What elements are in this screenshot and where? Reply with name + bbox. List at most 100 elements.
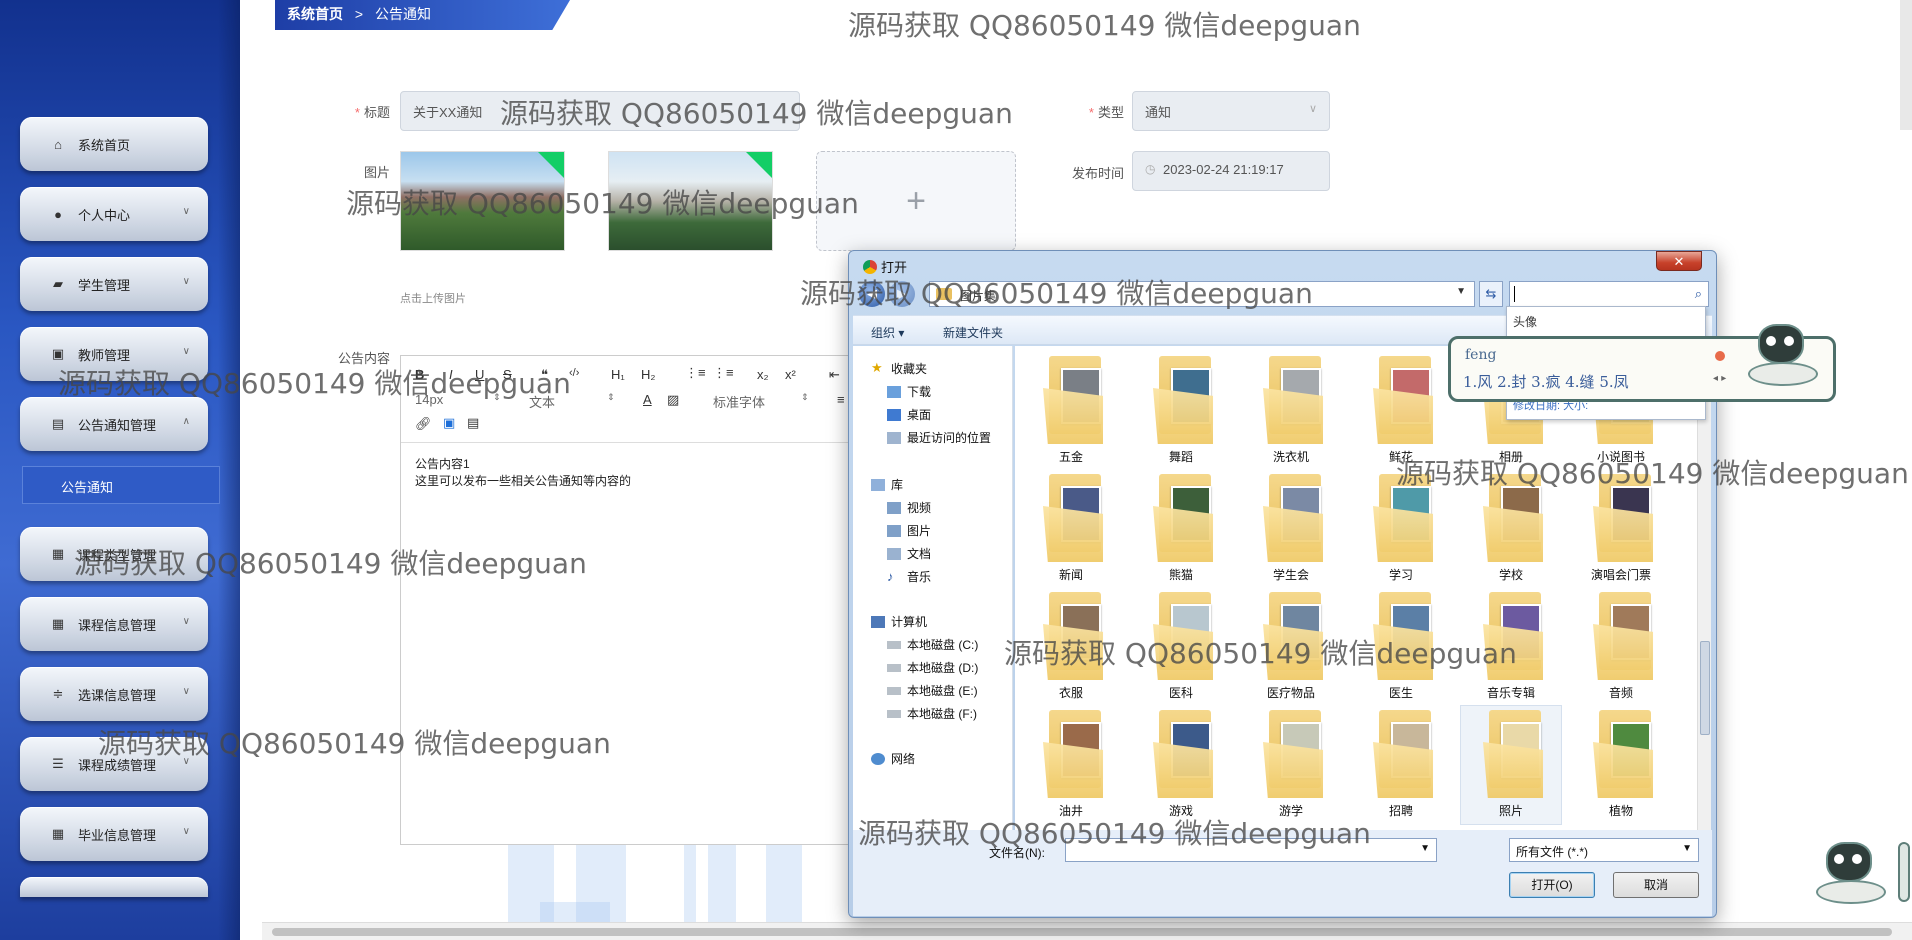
nav-drive-f[interactable]: 本地磁盘 (F:): [887, 705, 977, 722]
align-icon[interactable]: ≡: [837, 392, 845, 407]
nav-libraries[interactable]: 库: [871, 476, 903, 493]
folder-item[interactable]: 学生会: [1241, 470, 1341, 588]
nav-network[interactable]: 网络: [871, 750, 915, 767]
home-icon: ⌂: [54, 136, 62, 152]
folder-front: [1483, 742, 1543, 798]
drive-icon: [887, 686, 901, 695]
user-icon: ●: [54, 206, 62, 222]
ime-page-arrows-icon[interactable]: ◂ ▸: [1713, 373, 1726, 384]
sidebar-item-students[interactable]: ▰ 学生管理 ∨: [20, 257, 208, 311]
open-button[interactable]: 打开(O): [1509, 872, 1595, 898]
folder-item[interactable]: 新闻: [1021, 470, 1121, 588]
nav-recent[interactable]: 最近访问的位置: [887, 429, 991, 446]
watermark: 源码获取 QQ86050149 微信deepguan: [848, 9, 1361, 42]
computer-icon: [871, 615, 885, 628]
folder-item[interactable]: 游戏: [1131, 706, 1231, 824]
h2-button[interactable]: H₂: [641, 367, 655, 382]
font-face-select[interactable]: 标准字体: [713, 392, 765, 411]
folder-front: [1263, 388, 1323, 444]
suggestion-item[interactable]: 头像: [1513, 313, 1537, 330]
folder-name: 医生: [1388, 686, 1413, 700]
organize-button[interactable]: 组织 ▾: [871, 324, 904, 341]
nav-drive-d[interactable]: 本地磁盘 (D:): [887, 659, 978, 676]
folder-item[interactable]: 招聘: [1351, 706, 1451, 824]
chevron-down-icon: ▼: [1420, 843, 1430, 854]
font-color-button[interactable]: A: [643, 392, 652, 407]
folder-item[interactable]: 音频: [1571, 588, 1671, 706]
folder-item[interactable]: 植物: [1571, 706, 1671, 824]
library-icon: [871, 478, 885, 491]
folder-item[interactable]: 照片: [1460, 705, 1562, 825]
breadcrumb-current: 公告通知: [374, 6, 431, 22]
folder-front: [1043, 742, 1103, 798]
indent-icon[interactable]: ⇤: [829, 367, 840, 383]
breadcrumb-home[interactable]: 系统首页: [287, 6, 343, 22]
subscript-button[interactable]: x₂: [757, 367, 769, 382]
scrollbar-thumb[interactable]: [1700, 641, 1710, 735]
ime-input: feng: [1465, 347, 1497, 363]
chevron-down-icon: ▼: [1682, 843, 1692, 854]
search-input[interactable]: ⌕: [1509, 281, 1709, 307]
folder-front: [1593, 742, 1653, 798]
sidebar-item-more[interactable]: [20, 877, 208, 897]
scrollbar-thumb[interactable]: [272, 928, 1892, 936]
filetype-select[interactable]: 所有文件 (*.*) ▼: [1509, 838, 1699, 862]
folder-item[interactable]: 五金: [1021, 352, 1121, 470]
folder-item[interactable]: 油井: [1021, 706, 1121, 824]
folder-item[interactable]: 熊猫: [1131, 470, 1231, 588]
ordered-list-icon[interactable]: ⋮≡: [685, 365, 706, 381]
link-icon[interactable]: 🔗︎: [415, 416, 432, 432]
rich-text-editor[interactable]: B I U S ❝ ‹/› H₁ H₂ ⋮≡ ⋮≡ x₂ x² ⇤ 14px ⇕…: [400, 355, 870, 845]
upload-success-badge: [538, 152, 564, 178]
nav-pictures[interactable]: 图片: [887, 522, 931, 539]
folder-front: [1593, 624, 1653, 680]
new-folder-button[interactable]: 新建文件夹: [943, 324, 1003, 341]
refresh-icon[interactable]: ⇆: [1479, 281, 1503, 307]
editor-content[interactable]: 公告内容1 这里可以发布一些相关公告通知等内容的: [415, 456, 631, 490]
background-color-icon[interactable]: ▨: [667, 392, 679, 408]
nav-music[interactable]: ♪ 音乐: [887, 568, 931, 585]
vertical-scrollbar[interactable]: [1900, 0, 1912, 130]
h1-button[interactable]: H₁: [611, 367, 625, 382]
folder-front: [1373, 742, 1433, 798]
nav-drive-e[interactable]: 本地磁盘 (E:): [887, 682, 978, 699]
type-select[interactable]: 通知 ∨: [1132, 91, 1330, 131]
recent-places-icon: [887, 431, 901, 444]
chevron-up-icon: ∧: [182, 416, 190, 427]
upload-success-badge: [746, 152, 772, 178]
folder-item[interactable]: 游学: [1241, 706, 1341, 824]
horizontal-scrollbar[interactable]: [262, 922, 1912, 940]
folder-item[interactable]: 洗衣机: [1241, 352, 1341, 470]
nav-desktop[interactable]: 桌面: [887, 406, 931, 423]
sidebar-item-home[interactable]: ⌂ 系统首页: [20, 117, 208, 171]
cancel-button[interactable]: 取消: [1613, 872, 1699, 898]
sidebar-item-courses[interactable]: ▦ 课程信息管理 ∨: [20, 597, 208, 651]
video-icon[interactable]: ▤: [467, 415, 479, 431]
ime-candidates[interactable]: 1.风 2.封 3.疯 4.缝 5.凤: [1463, 371, 1629, 392]
close-button[interactable]: ✕: [1656, 251, 1702, 271]
folder-name: 音乐专辑: [1486, 686, 1535, 700]
chevron-down-icon: ∨: [182, 206, 190, 217]
sidebar-item-course-selection[interactable]: ≑ 选课信息管理 ∨: [20, 667, 208, 721]
nav-drive-c[interactable]: 本地磁盘 (C:): [887, 636, 978, 653]
nav-downloads[interactable]: 下载: [887, 383, 931, 400]
sidebar-item-profile[interactable]: ● 个人中心 ∨: [20, 187, 208, 241]
folder-item[interactable]: 舞蹈: [1131, 352, 1231, 470]
sidebar-subitem-announcement[interactable]: 公告通知: [22, 466, 220, 504]
chevron-down-icon: ∨: [1308, 103, 1317, 115]
download-folder-icon: [887, 385, 901, 398]
superscript-button[interactable]: x²: [785, 367, 796, 382]
nav-favorites[interactable]: ★ 收藏夹: [871, 360, 927, 377]
folder-front: [1483, 506, 1543, 562]
nav-computer[interactable]: 计算机: [871, 613, 927, 630]
nav-videos[interactable]: 视频: [887, 499, 931, 516]
publish-time-input[interactable]: ◷ 2023-02-24 21:19:17: [1132, 151, 1330, 191]
nav-documents[interactable]: 文档: [887, 545, 931, 562]
watermark: 源码获取 QQ86050149 微信deepguan: [1396, 457, 1909, 490]
chevron-down-icon: ∨: [182, 686, 190, 697]
sidebar-item-announcements[interactable]: ▤ 公告通知管理 ∧: [20, 397, 208, 451]
bullet-list-icon[interactable]: ⋮≡: [713, 365, 734, 381]
sidebar-item-graduation[interactable]: ▦ 毕业信息管理 ∨: [20, 807, 208, 861]
image-icon[interactable]: ▣: [443, 415, 455, 431]
watermark: 源码获取 QQ86050149 微信deepguan: [74, 547, 587, 580]
